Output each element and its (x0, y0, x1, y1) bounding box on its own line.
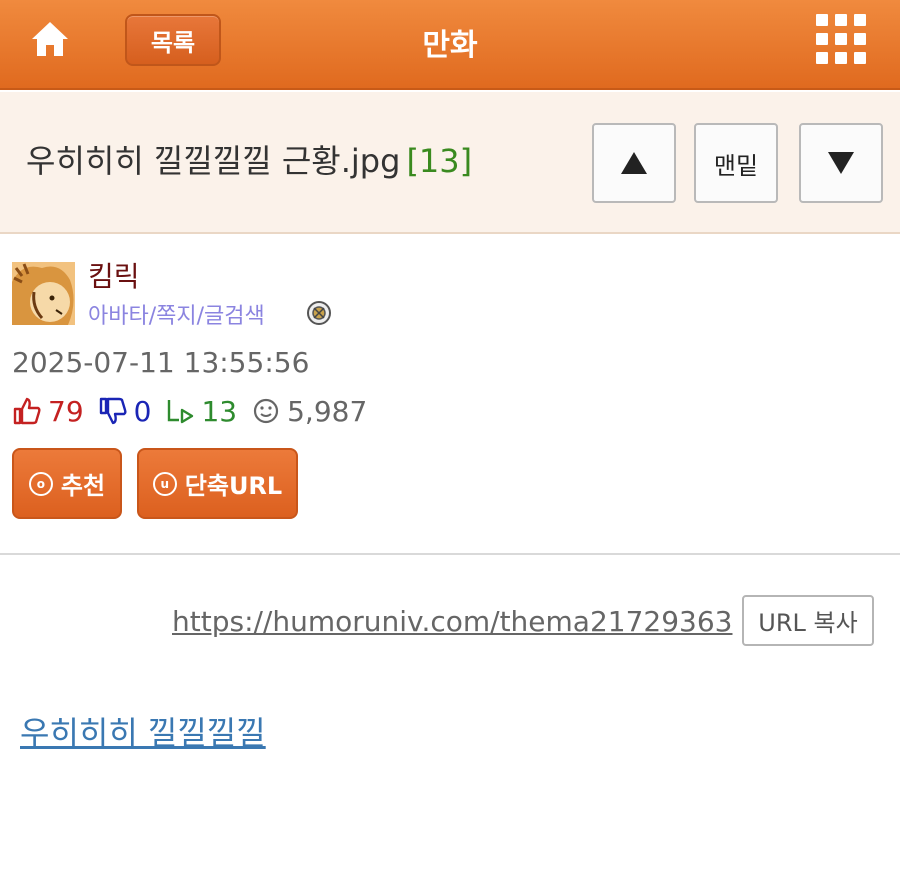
recommend-button[interactable]: o 추천 (12, 448, 122, 519)
recommend-label: 추천 (60, 472, 106, 500)
thumbs-up-icon (13, 397, 41, 425)
view-count: 5,987 (287, 394, 368, 428)
post-date: 2025-07-11 13:55:56 (12, 346, 310, 379)
avatar[interactable] (12, 262, 75, 325)
scroll-down-button[interactable] (799, 123, 883, 203)
scroll-bottom-button[interactable]: 맨밑 (694, 123, 778, 203)
view-stat: 5,987 (251, 395, 367, 428)
post-url-link[interactable]: https://humoruniv.com/thema21729363 (172, 605, 732, 638)
upvote-stat: 79 (12, 395, 84, 428)
post-title: 우히히히 낄낄낄낄 근황.jpg [13] (26, 136, 472, 182)
thumbs-down-icon (99, 397, 127, 425)
upvote-count: 79 (48, 394, 84, 428)
grid-menu-icon[interactable] (816, 14, 868, 66)
comment-count: 13 (201, 394, 238, 428)
smiley-icon (254, 398, 279, 424)
short-url-icon: u (152, 471, 177, 496)
short-url-button[interactable]: u 단축URL (137, 448, 298, 519)
block-icon[interactable] (306, 300, 332, 326)
copy-url-button[interactable]: URL 복사 (742, 595, 874, 646)
comment-count-badge[interactable]: [13] (406, 142, 472, 180)
downvote-stat: 0 (98, 394, 152, 428)
reply-arrow-icon (168, 400, 194, 424)
post-title-bar: 우히히히 낄낄낄낄 근황.jpg [13] 맨밑 (0, 92, 900, 234)
downvote-count: 0 (133, 394, 152, 428)
top-navigation-bar: 목록 만화 (0, 0, 900, 90)
triangle-down-icon (828, 152, 854, 174)
scroll-up-button[interactable] (592, 123, 676, 203)
divider (0, 553, 900, 555)
author-name[interactable]: 킴릭 (88, 255, 140, 295)
comment-stat: 13 (165, 395, 237, 428)
post-title-text: 우히히히 낄낄낄낄 근황.jpg (26, 142, 401, 180)
content-link[interactable]: 우히히히 낄낄낄낄 (20, 708, 266, 754)
triangle-up-icon (621, 152, 647, 174)
post-stats: 79 0 13 5,987 (12, 394, 381, 428)
recommend-icon: o (28, 471, 53, 496)
author-menu-links[interactable]: 아바타/쪽지/글검색 (88, 298, 265, 330)
short-url-label: 단축URL (184, 472, 283, 500)
board-title: 만화 (422, 28, 478, 63)
